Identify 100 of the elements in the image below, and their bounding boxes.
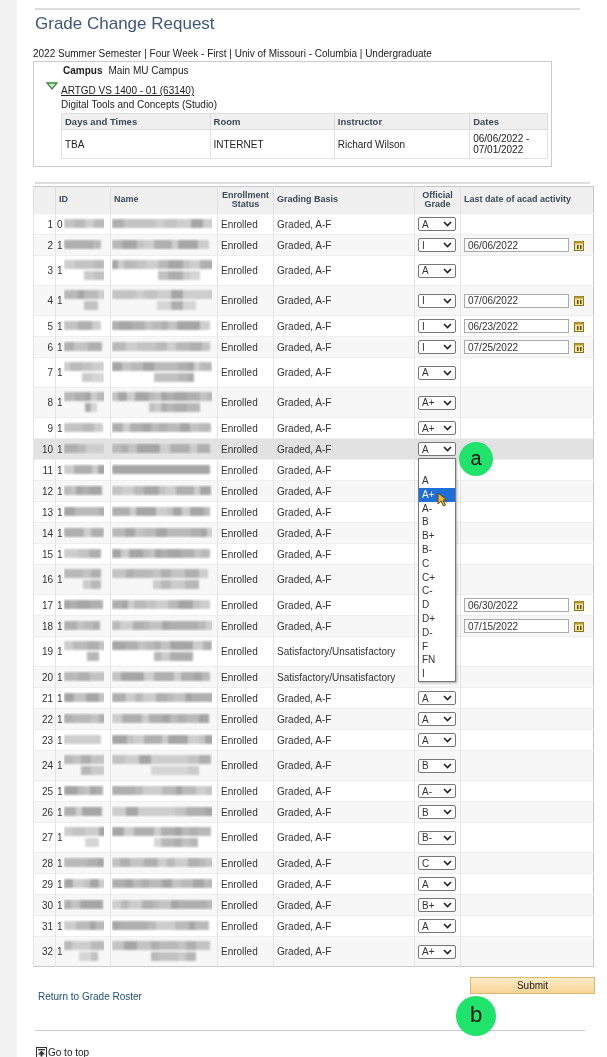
enrollment-status: Enrolled — [217, 594, 274, 616]
grade-select[interactable]: A — [418, 733, 456, 747]
chevron-icon — [443, 902, 452, 908]
blurred-text — [63, 692, 104, 704]
grade-select[interactable]: C — [418, 856, 456, 870]
campus-label: Campus — [63, 65, 103, 76]
grade-select[interactable]: A+ — [418, 944, 456, 959]
dropdown-option[interactable]: D — [419, 598, 455, 612]
chevron-icon — [443, 716, 452, 722]
dropdown-option[interactable]: C- — [419, 584, 455, 599]
grade-select[interactable]: B- — [418, 830, 456, 845]
chevron-icon — [443, 834, 452, 841]
grade-select[interactable]: I — [418, 319, 456, 333]
grading-basis: Graded, A-F — [273, 708, 415, 730]
enrollment-status: Enrolled — [217, 234, 274, 256]
grade-select[interactable]: I — [418, 293, 456, 308]
date-field[interactable]: 06/30/2022 — [464, 598, 569, 612]
grade-select[interactable]: A — [418, 691, 456, 705]
grade-select[interactable]: B — [418, 805, 456, 819]
dropdown-option[interactable]: D- — [419, 625, 455, 640]
grade-select[interactable]: A — [418, 442, 456, 456]
student-id: 1 — [57, 692, 63, 704]
student-id: 1 — [57, 397, 63, 408]
dropdown-option[interactable]: B — [419, 515, 455, 530]
dropdown-option[interactable]: D+ — [419, 611, 455, 626]
student-id: 1 — [57, 320, 63, 332]
grade-select[interactable]: A- — [418, 784, 456, 798]
student-id: 1 — [57, 857, 63, 869]
grading-basis: Graded, A-F — [273, 936, 415, 967]
student-id: 1 — [57, 671, 63, 683]
date-field[interactable]: 06/23/2022 — [464, 319, 569, 333]
grade-select[interactable]: A — [418, 365, 456, 380]
date-field[interactable]: 07/25/2022 — [464, 340, 569, 354]
grade-select[interactable]: I — [418, 238, 456, 252]
chevron-icon — [443, 809, 452, 815]
grading-basis: Graded, A-F — [273, 336, 415, 358]
grading-basis: Graded, A-F — [273, 687, 415, 709]
grade-select[interactable]: B — [418, 758, 456, 773]
grade-select[interactable]: A — [418, 217, 456, 231]
date-field[interactable]: 07/06/2022 — [464, 293, 569, 308]
enrollment-status: Enrolled — [217, 729, 274, 751]
blurred-text — [63, 857, 104, 869]
grading-basis: Satisfactory/Unsatisfactory — [273, 636, 415, 667]
dropdown-option[interactable]: C — [419, 556, 455, 571]
chevron-icon — [443, 695, 452, 701]
student-id: 1 — [57, 646, 63, 657]
dropdown-option[interactable]: C+ — [419, 570, 455, 585]
grade-select[interactable]: A — [418, 712, 456, 726]
dropdown-option[interactable]: A- — [419, 501, 455, 516]
grade-select[interactable]: A — [418, 263, 456, 278]
grade-select[interactable]: I — [418, 340, 456, 354]
grade-select[interactable]: B+ — [418, 898, 456, 912]
calendar-icon[interactable] — [574, 239, 584, 251]
return-link[interactable]: Return to Grade Roster — [38, 991, 142, 1002]
enrollment-status: Enrolled — [217, 915, 274, 937]
blurred-text — [63, 218, 104, 230]
enrollment-status: Enrolled — [217, 873, 274, 895]
date-field[interactable]: 07/15/2022 — [464, 619, 569, 633]
grade-select[interactable]: A+ — [418, 395, 456, 410]
dropdown-option[interactable]: A — [419, 474, 455, 488]
dropdown-option[interactable]: F — [419, 639, 455, 654]
chevron-icon — [443, 737, 452, 743]
dropdown-option[interactable]: I — [419, 667, 455, 681]
calendar-icon[interactable] — [574, 295, 584, 306]
chevron-icon — [443, 425, 452, 431]
row-number: 2 — [33, 234, 56, 256]
enrollment-status: Enrolled — [217, 894, 274, 916]
column-header: Dates — [469, 113, 548, 130]
calendar-icon[interactable] — [574, 341, 584, 353]
calendar-icon[interactable] — [574, 620, 584, 632]
row-number: 13 — [33, 501, 56, 523]
class-description: Digital Tools and Concepts (Studio) — [61, 99, 218, 110]
date-field[interactable]: 06/06/2022 — [464, 238, 569, 252]
blurred-text — [63, 443, 104, 455]
grade-select[interactable]: A+ — [418, 421, 456, 435]
grading-basis: Graded, A-F — [273, 780, 415, 802]
row-number: 11 — [33, 459, 56, 481]
grading-basis: Graded, A-F — [273, 729, 415, 751]
class-link[interactable]: ARTGD VS 1400 - 01 (63140) — [61, 85, 195, 96]
row-number: 10 — [33, 438, 56, 460]
enrollment-status: Enrolled — [217, 636, 274, 667]
page-title: Grade Change Request — [35, 14, 216, 34]
blurred-text — [63, 899, 104, 911]
grading-basis: Graded, A-F — [273, 522, 415, 544]
column-header: Name — [110, 186, 218, 214]
dropdown-option[interactable]: B+ — [419, 529, 455, 543]
enrollment-status: Enrolled — [217, 315, 274, 337]
term-info: 2022 Summer Semester | Four Week - First | Univ of Missouri - Columbia | Undergraduate — [33, 48, 433, 59]
calendar-icon[interactable] — [574, 599, 584, 611]
dropdown-option[interactable]: B- — [419, 543, 455, 557]
blurred-text — [63, 671, 104, 683]
grade-select[interactable]: A — [418, 877, 456, 891]
dropdown-option[interactable]: FN — [419, 653, 455, 668]
grade-select[interactable]: A — [418, 919, 456, 933]
column-header: ID — [55, 186, 111, 214]
row-number: 18 — [33, 615, 56, 637]
submit-button[interactable]: Submit — [470, 977, 595, 994]
blurred-text — [63, 239, 104, 251]
calendar-icon[interactable] — [574, 320, 584, 332]
enrollment-status: Enrolled — [217, 780, 274, 802]
